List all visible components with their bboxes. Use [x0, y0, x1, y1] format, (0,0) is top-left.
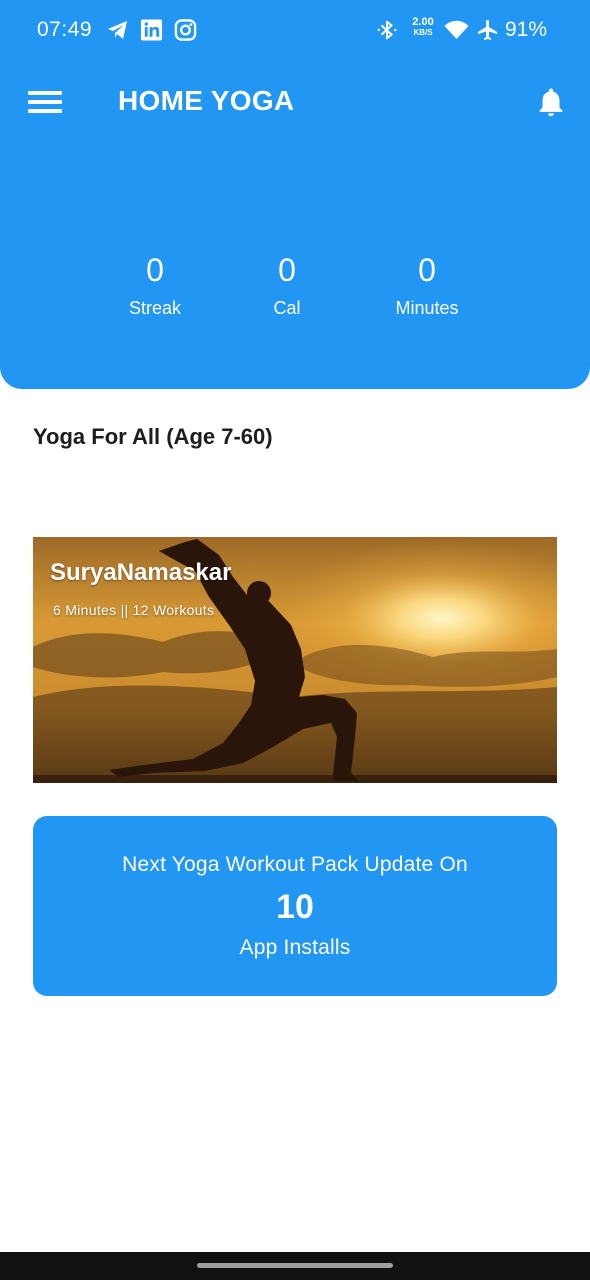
- wifi-icon: [444, 20, 469, 39]
- airplane-icon: [478, 20, 497, 40]
- update-info-line2: App Installs: [239, 936, 351, 959]
- stat-calories-label: Cal: [273, 298, 301, 318]
- stat-calories: 0 Cal: [227, 250, 347, 319]
- stat-streak-label: Streak: [128, 298, 182, 318]
- update-info-line1: Next Yoga Workout Pack Update On: [122, 853, 468, 876]
- update-info-number: 10: [276, 888, 314, 926]
- app-header: 07:49 2.00 KB/S 91% HOME YOGA 0 Streak 0…: [0, 0, 590, 389]
- app-title: HOME YOGA: [118, 85, 295, 116]
- section-title: Yoga For All (Age 7-60): [33, 424, 273, 449]
- workout-card-title: SuryaNamaskar: [50, 559, 232, 586]
- stat-minutes-label: Minutes: [395, 298, 459, 318]
- status-time: 07:49: [37, 18, 93, 41]
- system-navigation-bar: [0, 1252, 590, 1280]
- linkedin-icon: [140, 19, 163, 41]
- update-info-box: Next Yoga Workout Pack Update On 10 App …: [33, 816, 557, 996]
- stat-streak: 0 Streak: [95, 250, 215, 319]
- data-rate-indicator: 2.00 KB/S: [408, 17, 438, 38]
- stat-minutes: 0 Minutes: [367, 250, 487, 319]
- gesture-handle[interactable]: [197, 1263, 393, 1268]
- status-bar: 07:49 2.00 KB/S 91%: [0, 0, 590, 60]
- stat-streak-value: 0: [146, 252, 164, 288]
- telegram-icon: [108, 21, 127, 39]
- workout-card-suryanamaskar[interactable]: SuryaNamaskar 6 Minutes || 12 Workouts: [33, 537, 557, 783]
- data-rate-unit: KB/S: [413, 28, 433, 37]
- instagram-icon: [174, 19, 197, 41]
- data-rate-value: 2.00: [412, 16, 434, 28]
- hamburger-menu-icon[interactable]: [28, 88, 64, 116]
- bluetooth-icon: [377, 20, 397, 40]
- bell-icon[interactable]: [534, 84, 568, 120]
- battery-level: 91%: [505, 18, 548, 41]
- workout-card-subtitle: 6 Minutes || 12 Workouts: [53, 602, 215, 618]
- stat-calories-value: 0: [278, 252, 296, 288]
- stat-minutes-value: 0: [418, 252, 436, 288]
